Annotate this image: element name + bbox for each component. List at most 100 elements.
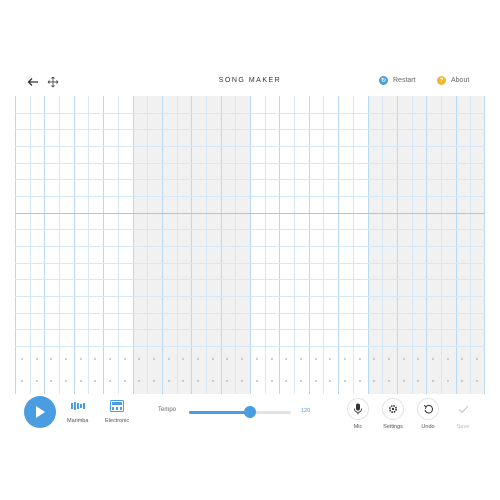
percussion-row1-cell[interactable] — [417, 357, 420, 360]
percussion-row1-cell[interactable] — [138, 357, 141, 360]
instrument-electronic-button[interactable]: Electronic — [105, 400, 129, 424]
grid-column-line — [103, 96, 105, 346]
instrument-marimba-button[interactable]: Marimba — [67, 400, 88, 424]
grid-column-line — [367, 346, 369, 394]
percussion-row1-cell[interactable] — [182, 357, 185, 360]
grid-column-line — [308, 96, 310, 346]
percussion-row2-cell[interactable] — [20, 380, 23, 382]
tempo-slider-handle[interactable] — [244, 406, 257, 418]
percussion-row1-cell[interactable] — [20, 357, 23, 360]
percussion-row1-cell[interactable] — [358, 357, 361, 360]
percussion-row2-cell[interactable] — [153, 380, 156, 382]
grid-row-line — [15, 162, 485, 164]
grid-column-line — [117, 96, 119, 346]
percussion-row1-cell[interactable] — [432, 357, 435, 360]
percussion-row1-cell[interactable] — [373, 357, 376, 360]
play-icon — [36, 406, 45, 418]
percussion-row1-cell[interactable] — [123, 357, 126, 360]
melody-grid[interactable] — [15, 96, 485, 346]
gear-icon — [382, 398, 404, 420]
percussion-row1-cell[interactable] — [94, 357, 97, 360]
percussion-row1-cell[interactable] — [299, 357, 302, 360]
percussion-row1-cell[interactable] — [50, 357, 53, 360]
percussion-row1-cell[interactable] — [343, 357, 346, 360]
percussion-row2-cell[interactable] — [108, 380, 111, 382]
save-label: Save — [456, 424, 470, 430]
percussion-row1-cell[interactable] — [270, 357, 273, 360]
grid-column-line — [382, 346, 384, 394]
percussion-row1-cell[interactable] — [388, 357, 391, 360]
percussion-row2-cell[interactable] — [167, 380, 170, 382]
percussion-row1-cell[interactable] — [314, 357, 317, 360]
grid-column-line — [44, 96, 46, 346]
grid-column-line — [323, 346, 325, 394]
percussion-row2-cell[interactable] — [285, 380, 288, 382]
grid-column-line — [220, 96, 222, 346]
percussion-row1-cell[interactable] — [402, 357, 405, 360]
percussion-row1-cell[interactable] — [211, 357, 214, 360]
percussion-row1-cell[interactable] — [64, 357, 67, 360]
percussion-row2-cell[interactable] — [446, 380, 449, 382]
percussion-row1-cell[interactable] — [329, 357, 332, 360]
percussion-grid[interactable] — [15, 346, 485, 394]
grid-column-line — [161, 346, 163, 394]
undo-button[interactable]: Undo — [417, 398, 439, 430]
grid-column-line — [411, 96, 413, 346]
percussion-row2-cell[interactable] — [35, 380, 38, 382]
percussion-row2-cell[interactable] — [255, 380, 258, 382]
percussion-row1-cell[interactable] — [241, 357, 244, 360]
grid-column-line — [205, 96, 207, 346]
grid-column-line — [59, 346, 61, 394]
percussion-row1-cell[interactable] — [461, 357, 464, 360]
percussion-row2-cell[interactable] — [64, 380, 67, 382]
percussion-row2-cell[interactable] — [123, 380, 126, 382]
percussion-row1-cell[interactable] — [108, 357, 111, 360]
checkmark-icon — [452, 398, 474, 420]
grid-column-line — [161, 96, 163, 346]
percussion-row1-cell[interactable] — [446, 357, 449, 360]
about-button[interactable]: ? About — [437, 76, 469, 85]
grid-column-line — [235, 346, 237, 394]
percussion-row1-cell[interactable] — [79, 357, 82, 360]
grid-column-line — [470, 96, 472, 346]
percussion-row2-cell[interactable] — [299, 380, 302, 382]
percussion-row1-cell[interactable] — [35, 357, 38, 360]
percussion-row2-cell[interactable] — [211, 380, 214, 382]
grid-column-line — [73, 346, 75, 394]
percussion-row2-cell[interactable] — [314, 380, 317, 382]
percussion-row2-cell[interactable] — [270, 380, 273, 382]
percussion-row1-cell[interactable] — [153, 357, 156, 360]
percussion-row1-cell[interactable] — [197, 357, 200, 360]
percussion-row2-cell[interactable] — [388, 380, 391, 382]
grid-column-line — [308, 346, 310, 394]
percussion-row1-cell[interactable] — [255, 357, 258, 360]
save-button[interactable]: Save — [452, 398, 474, 430]
settings-button[interactable]: Settings — [382, 398, 404, 430]
restart-button[interactable]: ↻ Restart — [379, 76, 416, 85]
info-icon: ? — [437, 76, 446, 85]
percussion-row1-cell[interactable] — [226, 357, 229, 360]
grid-column-line — [235, 96, 237, 346]
percussion-row2-cell[interactable] — [94, 380, 97, 382]
tempo-slider[interactable] — [189, 406, 291, 418]
grid-column-line — [294, 346, 296, 394]
percussion-row1-cell[interactable] — [285, 357, 288, 360]
percussion-row2-cell[interactable] — [343, 380, 346, 382]
grid-column-line — [147, 96, 149, 346]
percussion-row2-cell[interactable] — [402, 380, 405, 382]
marimba-icon — [70, 400, 85, 412]
tempo-value: 120 — [301, 408, 311, 414]
grid-row-line — [15, 179, 485, 181]
percussion-row2-cell[interactable] — [50, 380, 53, 382]
percussion-row2-cell[interactable] — [329, 380, 332, 382]
mic-button[interactable]: Mic — [347, 398, 369, 430]
grid-column-line — [88, 96, 90, 346]
percussion-row1-cell[interactable] — [167, 357, 170, 360]
tempo-slider-fill — [189, 411, 251, 414]
play-button[interactable] — [24, 396, 56, 428]
bottom-toolbar: Marimba Electronic Tempo 120 Mic Setting… — [15, 394, 485, 436]
percussion-row2-cell[interactable] — [79, 380, 82, 382]
grid-column-line — [250, 346, 251, 394]
percussion-row1-cell[interactable] — [476, 357, 479, 360]
percussion-row2-cell[interactable] — [358, 380, 361, 382]
